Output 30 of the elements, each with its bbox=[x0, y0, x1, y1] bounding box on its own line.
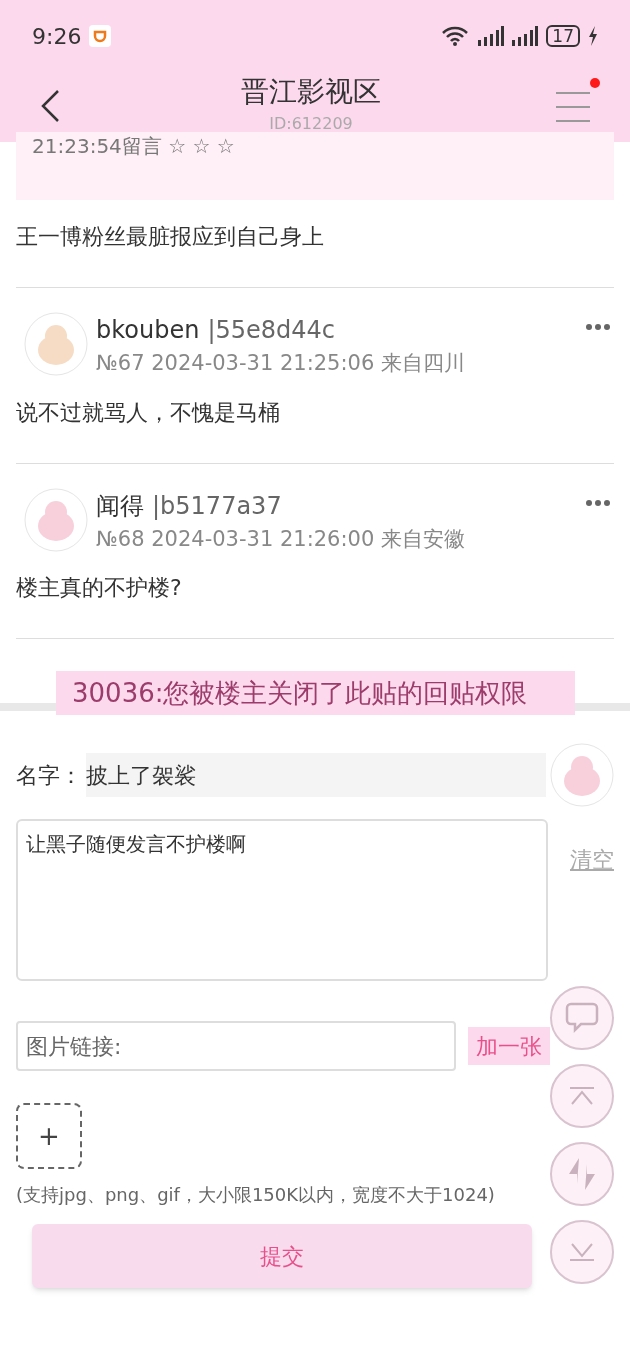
post-meta: №68 2024-03-31 21:26:00 来自安徽 bbox=[96, 525, 466, 553]
post-body: 王一博粉丝最脏报应到自己身上 bbox=[16, 200, 614, 288]
message-field[interactable]: 让黑子随便发言不护楼啊 bbox=[16, 819, 548, 981]
user-hash: |b5177a37 bbox=[152, 490, 282, 522]
charging-icon bbox=[588, 26, 598, 46]
name-field[interactable]: 披上了袈裟 bbox=[86, 753, 546, 797]
signal-icon bbox=[478, 26, 505, 46]
avatar-icon bbox=[24, 312, 88, 376]
thread-id: ID:612209 bbox=[269, 113, 353, 135]
avatar-icon bbox=[550, 743, 614, 807]
battery-level: 17 bbox=[546, 25, 580, 47]
avatar-icon bbox=[24, 487, 88, 552]
signal-icon bbox=[512, 26, 539, 46]
upload-button[interactable]: + bbox=[16, 1103, 82, 1169]
more-icon[interactable] bbox=[586, 499, 610, 506]
username[interactable]: 闻得 bbox=[96, 487, 144, 524]
username[interactable]: bkouben bbox=[96, 312, 200, 348]
more-icon[interactable] bbox=[586, 324, 610, 330]
upload-hint: (支持jpg、png、gif，大小限150K以内，宽度不大于1024) bbox=[16, 1183, 496, 1207]
error-toast: 30036:您被楼主关闭了此贴的回贴权限 bbox=[56, 671, 575, 715]
page-title: 晋江影视区 bbox=[241, 74, 381, 110]
user-hash: |55e8d44c bbox=[207, 315, 336, 346]
quoted-reply: 21:23:54留言 ☆ ☆ ☆ bbox=[16, 132, 614, 200]
post-meta: №67 2024-03-31 21:25:06 来自四川 bbox=[96, 350, 466, 377]
name-label: 名字： bbox=[16, 761, 83, 790]
post-body: 楼主真的不护楼? bbox=[16, 574, 183, 602]
status-time: 9:26 bbox=[32, 22, 82, 51]
image-link-field[interactable]: 图片链接: bbox=[16, 1021, 456, 1071]
app-notification-icon bbox=[89, 25, 112, 47]
post-body: 说不过就骂人，不愧是马桶 bbox=[16, 398, 281, 427]
